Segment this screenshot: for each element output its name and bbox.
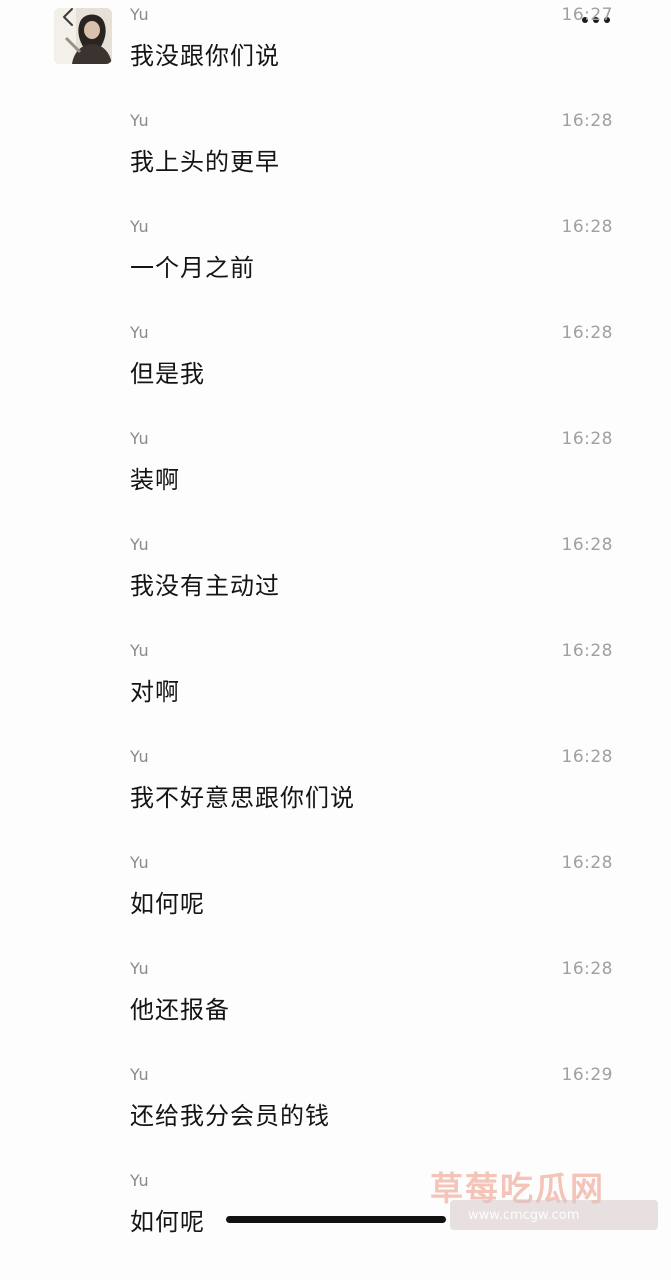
- message-time: 16:29: [561, 1065, 613, 1085]
- message-sender: Yu: [130, 959, 150, 978]
- message-item: Yu 16:28 但是我: [0, 318, 671, 424]
- message-text[interactable]: 如何呢: [130, 1202, 205, 1237]
- message-text[interactable]: 一个月之前: [130, 248, 255, 283]
- message-sender: Yu: [130, 5, 150, 24]
- message-time: 16:28: [561, 641, 613, 661]
- message-time: 16:28: [561, 747, 613, 767]
- message-time: 16:28: [561, 217, 613, 237]
- message-item: Yu 16:28 我上头的更早: [0, 106, 671, 212]
- message-time: 16:28: [561, 111, 613, 131]
- message-time: 16:28: [561, 853, 613, 873]
- message-text[interactable]: 但是我: [130, 354, 205, 389]
- message-text[interactable]: 还给我分会员的钱: [130, 1096, 330, 1131]
- message-sender: Yu: [130, 323, 150, 342]
- message-sender: Yu: [130, 111, 150, 130]
- message-text[interactable]: 对啊: [130, 672, 180, 707]
- message-sender: Yu: [130, 429, 150, 448]
- message-time: 16:27: [561, 5, 613, 25]
- message-text[interactable]: 他还报备: [130, 990, 230, 1025]
- message-time: 16:28: [561, 535, 613, 555]
- message-text[interactable]: 我没有主动过: [130, 566, 280, 601]
- message-item: Yu 16:29 还给我分会员的钱: [0, 1060, 671, 1166]
- message-item: Yu 16:28 如何呢: [0, 848, 671, 954]
- message-item: Yu 16:28 对啊: [0, 636, 671, 742]
- message-sender: Yu: [130, 1065, 150, 1084]
- message-sender: Yu: [130, 853, 150, 872]
- watermark-url: www.cmcgw.com: [468, 1208, 580, 1223]
- message-sender: Yu: [130, 641, 150, 660]
- message-item: Yu 16:28 我没有主动过: [0, 530, 671, 636]
- message-item: Yu 16:28 装啊: [0, 424, 671, 530]
- message-sender: Yu: [130, 217, 150, 236]
- home-indicator[interactable]: [226, 1216, 446, 1223]
- message-sender: Yu: [130, 747, 150, 766]
- message-text[interactable]: 装啊: [130, 460, 180, 495]
- message-item: Yu 16:28 一个月之前: [0, 212, 671, 318]
- message-text[interactable]: 如何呢: [130, 884, 205, 919]
- message-text[interactable]: 我不好意思跟你们说: [130, 778, 355, 813]
- message-time: 16:28: [561, 429, 613, 449]
- message-sender: Yu: [130, 535, 150, 554]
- message-sender: Yu: [130, 1171, 150, 1190]
- message-time: 16:28: [561, 959, 613, 979]
- site-watermark: 草莓吃瓜网 www.cmcgw.com: [420, 1160, 665, 1242]
- message-item: Yu 16:27 我没跟你们说: [0, 0, 671, 106]
- message-time: 16:28: [561, 323, 613, 343]
- message-item: Yu 16:28 他还报备: [0, 954, 671, 1060]
- message-item: Yu 16:28 我不好意思跟你们说: [0, 742, 671, 848]
- chat-screen: Yu 16:27 我没跟你们说 Yu 16:28 我上头的更早 Yu 16:28…: [0, 0, 671, 1280]
- message-text[interactable]: 我上头的更早: [130, 142, 280, 177]
- message-text[interactable]: 我没跟你们说: [130, 36, 280, 71]
